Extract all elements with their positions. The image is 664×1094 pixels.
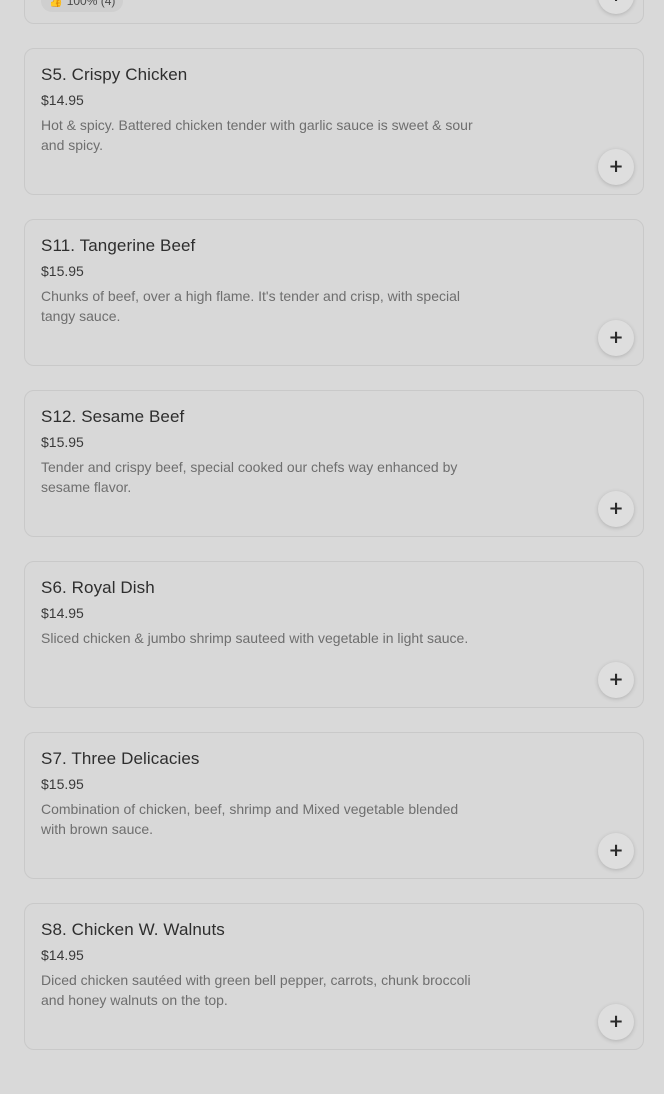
plus-icon: +: [608, 498, 624, 519]
plus-icon: +: [608, 1011, 624, 1032]
plus-icon: +: [608, 156, 624, 177]
menu-item-card[interactable]: S6. Royal Dish $14.95 Sliced chicken & j…: [24, 561, 644, 708]
menu-item-title: S8. Chicken W. Walnuts: [41, 920, 225, 939]
menu-item-description: Hot & spicy. Battered chicken tender wit…: [41, 117, 473, 153]
add-to-cart-button[interactable]: +: [598, 1004, 634, 1040]
menu-item-title: S7. Three Delicacies: [41, 749, 200, 768]
plus-icon: +: [608, 840, 624, 861]
rating-text: 100% (4): [66, 0, 116, 8]
thumbs-up-icon: 👍: [49, 0, 63, 8]
menu-item-title: S6. Royal Dish: [41, 578, 155, 597]
menu-item-card[interactable]: S12. Sesame Beef $15.95 Tender and crisp…: [24, 390, 644, 537]
add-to-cart-button[interactable]: +: [598, 662, 634, 698]
menu-item-title: S5. Crispy Chicken: [41, 65, 188, 84]
menu-item-title: S12. Sesame Beef: [41, 407, 185, 426]
add-to-cart-button[interactable]: +: [598, 491, 634, 527]
menu-item-card[interactable]: S7. Three Delicacies $15.95 Combination …: [24, 732, 644, 879]
menu-item-price: $14.95: [41, 947, 84, 963]
add-to-cart-button[interactable]: +: [598, 320, 634, 356]
add-to-cart-button[interactable]: +: [598, 0, 634, 14]
plus-icon: +: [608, 327, 624, 348]
plus-icon: +: [608, 0, 623, 5]
menu-item-description: Diced chicken sautéed with green bell pe…: [41, 972, 471, 1008]
menu-item-title: S11. Tangerine Beef: [41, 236, 196, 255]
menu-item-card[interactable]: S5. Crispy Chicken $14.95 Hot & spicy. B…: [24, 48, 644, 195]
menu-item-price: $15.95: [41, 434, 84, 450]
add-to-cart-button[interactable]: +: [598, 833, 634, 869]
rating-badge: 👍 100% (4): [41, 0, 124, 12]
plus-icon: +: [608, 669, 624, 690]
menu-item-card[interactable]: S8. Chicken W. Walnuts $14.95 Diced chic…: [24, 903, 644, 1050]
menu-item-card[interactable]: S11. Tangerine Beef $15.95 Chunks of bee…: [24, 219, 644, 366]
menu-item-price: $14.95: [41, 92, 84, 108]
menu-item-card[interactable]: 👍 100% (4) +: [24, 0, 644, 24]
menu-item-description: Sliced chicken & jumbo shrimp sauteed wi…: [41, 630, 469, 646]
menu-item-price: $15.95: [41, 263, 84, 279]
menu-item-price: $15.95: [41, 776, 84, 792]
menu-item-description: Tender and crispy beef, special cooked o…: [41, 459, 458, 495]
menu-item-description: Combination of chicken, beef, shrimp and…: [41, 801, 459, 837]
menu-item-list: 👍 100% (4) + S5. Crispy Chicken $14.95 H…: [24, 0, 644, 1074]
menu-item-price: $14.95: [41, 605, 84, 621]
add-to-cart-button[interactable]: +: [598, 149, 634, 185]
menu-item-description: Chunks of beef, over a high flame. It's …: [41, 288, 461, 324]
